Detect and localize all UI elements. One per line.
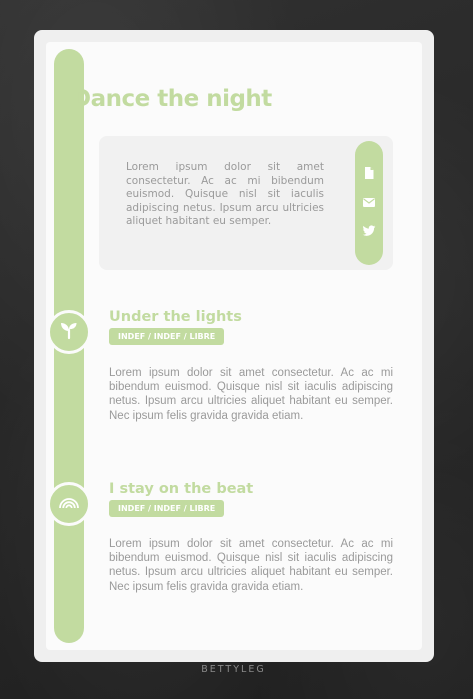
section-body: Lorem ipsum dolor sit amet consectetur. … [109,367,393,422]
social-links [355,141,383,265]
section-title: I stay on the beat [109,481,254,497]
card: Dance the night Lorem ipsum dolor sit am… [46,42,422,650]
twitter-icon[interactable] [362,224,376,238]
intro-text: Lorem ipsum dolor sit amet consectetur. … [126,161,324,227]
section-tags: INDEF / INDEF / LIBRE [109,328,225,345]
document-icon[interactable] [362,166,376,180]
intro-box: Lorem ipsum dolor sit amet consectetur. … [99,136,393,270]
timeline-node-2 [47,482,91,526]
section-tags: INDEF / INDEF / LIBRE [109,500,225,517]
timeline-node-1 [47,310,91,354]
rainbow-icon [58,491,80,518]
section-title: Under the lights [109,309,242,325]
page-title: Dance the night [72,86,272,112]
card-frame: Dance the night Lorem ipsum dolor sit am… [34,30,434,662]
envelope-icon[interactable] [362,195,376,209]
credit-text: BETTYLEG [201,664,266,675]
section-body: Lorem ipsum dolor sit amet consectetur. … [109,538,393,593]
sprout-icon [58,319,80,346]
